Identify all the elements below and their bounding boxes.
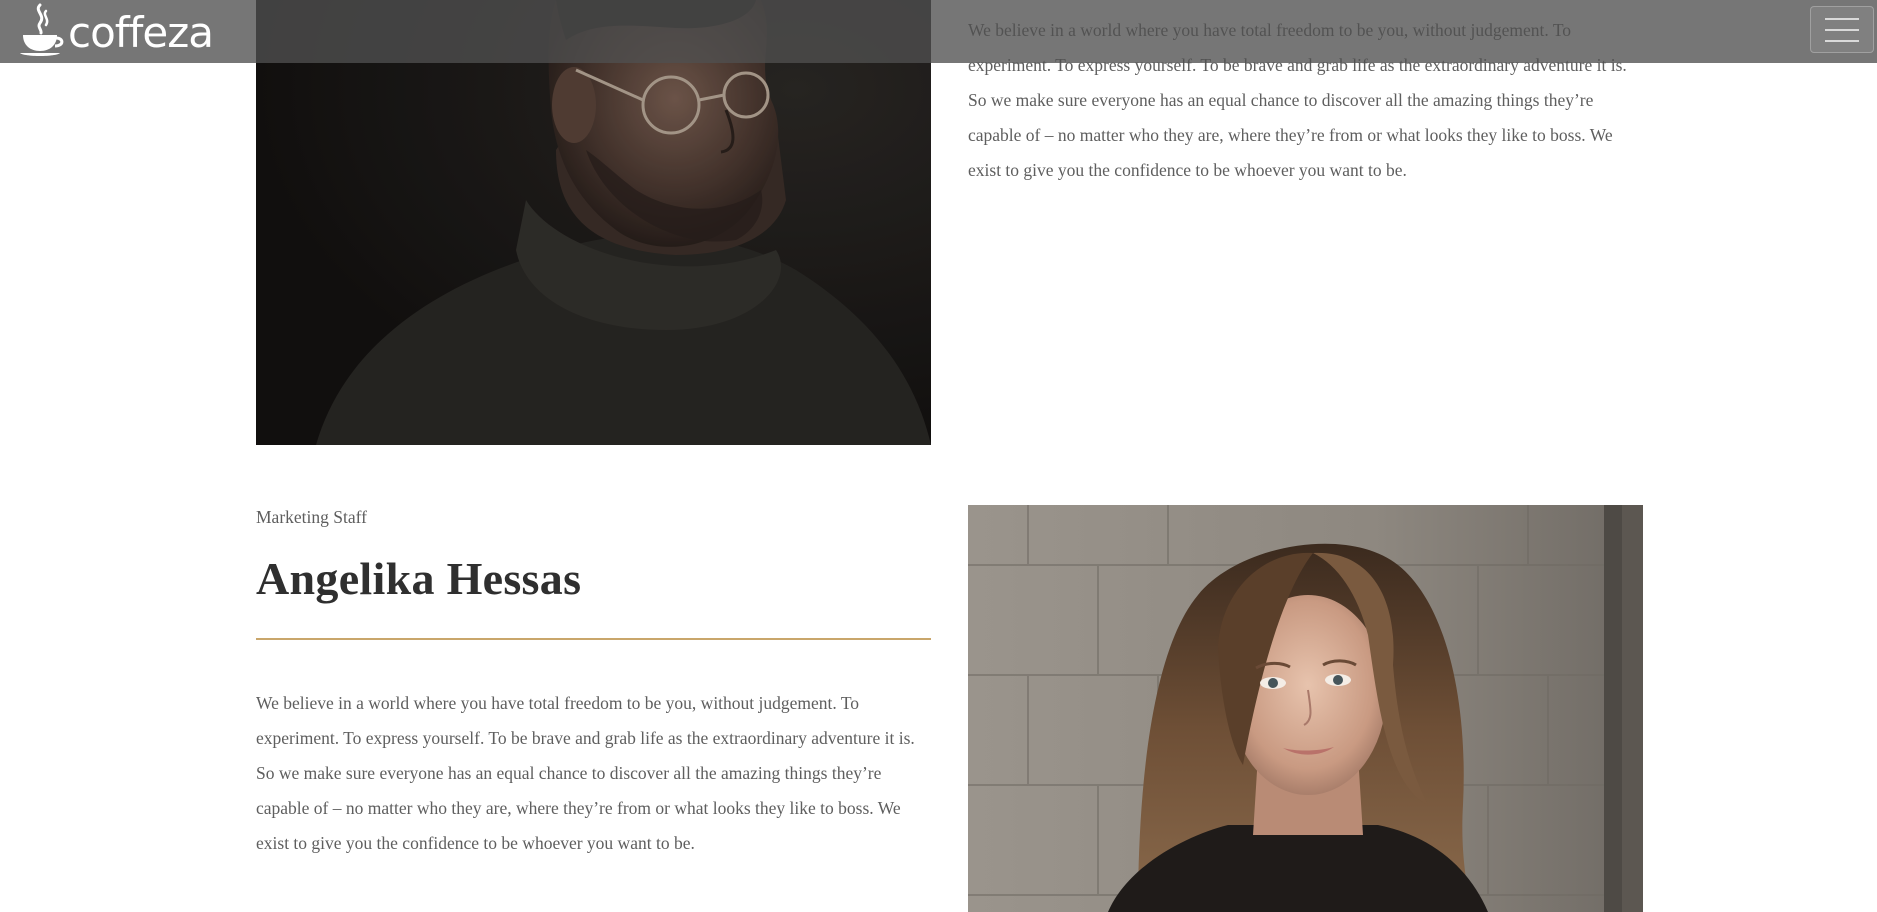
menu-toggle-button[interactable]: [1810, 6, 1874, 53]
staff-photo-woman: [968, 505, 1643, 912]
logo-text: coffeza: [68, 8, 214, 57]
divider: [256, 638, 931, 640]
site-header: coffeza: [0, 0, 1877, 63]
staff-photo-man: [256, 0, 931, 445]
hamburger-menu-icon: [1825, 17, 1859, 42]
staff-name: Angelika Hessas: [256, 553, 582, 604]
logo-link[interactable]: coffeza: [20, 2, 214, 58]
page: We believe in a world where you have tot…: [0, 0, 1877, 912]
staff-role: Marketing Staff: [256, 507, 367, 527]
coffee-cup-icon: [20, 3, 64, 56]
staff-bio: We believe in a world where you have tot…: [256, 693, 915, 853]
